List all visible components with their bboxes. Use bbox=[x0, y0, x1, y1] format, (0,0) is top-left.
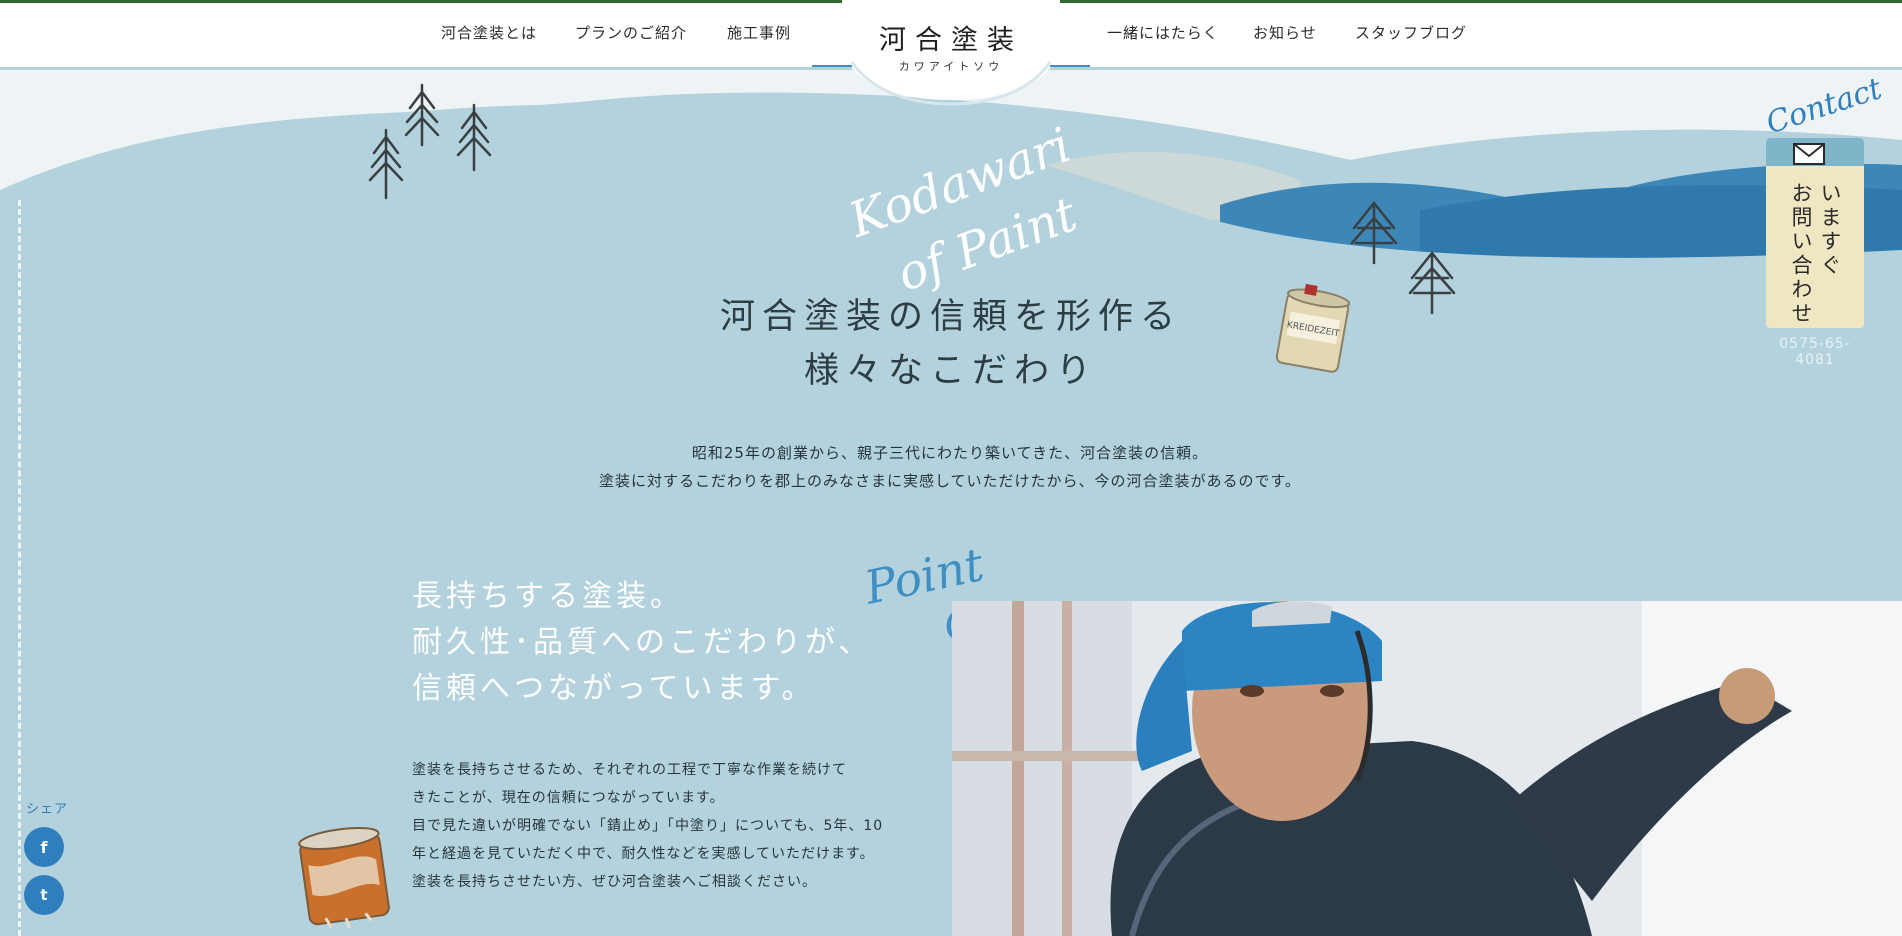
nav-recruit[interactable]: 一緒にはたらく bbox=[1107, 22, 1219, 43]
orange-paint-can-image bbox=[298, 826, 390, 929]
nav-news[interactable]: お知らせ bbox=[1253, 22, 1317, 43]
contact-phone[interactable]: 0575-65-4081 bbox=[1766, 336, 1864, 368]
left-dashed-border bbox=[18, 200, 21, 936]
nav-works[interactable]: 施工事例 bbox=[727, 22, 791, 43]
point-one-body-line5: 塗装を長持ちさせたい方、ぜひ河合塗装へご相談ください。 bbox=[412, 874, 817, 890]
nav-plans[interactable]: プランのご紹介 bbox=[575, 22, 687, 43]
point-one-body-line2: きたことが、現在の信頼につながっています。 bbox=[412, 790, 725, 806]
nav-staff-blog[interactable]: スタッフブログ bbox=[1355, 22, 1467, 43]
contact-line2: お問い合わせ bbox=[1789, 182, 1813, 326]
facebook-icon: f bbox=[40, 837, 48, 857]
share-label: シェア bbox=[26, 802, 69, 817]
hero-heading-line2: 様々なこだわり bbox=[803, 351, 1098, 391]
hero-heading-line1: 河合塗装の信頼を形作る bbox=[719, 297, 1182, 337]
point-one-title-line2: 耐久性･品質へのこだわりが、 bbox=[412, 625, 873, 660]
twitter-icon: t bbox=[40, 886, 48, 904]
point-one-title-line3: 信頼へつながっています。 bbox=[412, 671, 816, 706]
twitter-share-button[interactable]: t bbox=[24, 875, 64, 915]
hero-intro-line2: 塗装に対するこだわりを郡上のみなさまに実感していただけたから、今の河合塗装がある… bbox=[598, 472, 1302, 490]
point-one-title: 長持ちする塗装。 耐久性･品質へのこだわりが、 信頼へつながっています。 bbox=[412, 574, 932, 712]
point-one-body-line3: 目で見た違いが明確でない「錆止め」「中塗り」についても、5年、10 bbox=[412, 818, 884, 834]
painter-photo bbox=[952, 601, 1902, 936]
point-one-body-line4: 年と経過を見ていただく中で、耐久性などを実感していただけます。 bbox=[412, 846, 875, 862]
logo[interactable]: 河合塗装 カワアイトソウ bbox=[812, 0, 1090, 110]
nav-about[interactable]: 河合塗装とは bbox=[441, 22, 537, 43]
facebook-share-button[interactable]: f bbox=[24, 827, 64, 867]
mail-icon bbox=[1793, 143, 1825, 165]
right-trees-icon bbox=[1350, 201, 1456, 315]
painter-photo-illustration bbox=[952, 601, 1902, 936]
point-one-body-line1: 塗装を長持ちさせるため、それぞれの工程で丁寧な作業を続けて bbox=[412, 762, 847, 778]
point-one-title-line1: 長持ちする塗装。 bbox=[412, 579, 684, 614]
contact-button[interactable]: いますぐ お問い合わせ bbox=[1766, 138, 1864, 328]
pine-trees-icon bbox=[368, 83, 492, 200]
point-one-body: 塗装を長持ちさせるため、それぞれの工程で丁寧な作業を続けて きたことが、現在の信… bbox=[412, 756, 902, 896]
logo-subtitle: カワアイトソウ bbox=[898, 60, 1004, 73]
contact-text: いますぐ お問い合わせ bbox=[1786, 182, 1844, 326]
hero-heading: 河合塗装の信頼を形作る 様々なこだわり bbox=[600, 290, 1302, 398]
hero-intro: 昭和25年の創業から、親子三代にわたり築いてきた、河合塗装の信頼。 塗装に対する… bbox=[550, 439, 1350, 495]
hero-intro-line1: 昭和25年の創業から、親子三代にわたり築いてきた、河合塗装の信頼。 bbox=[691, 444, 1209, 462]
logo-title: 河合塗装 bbox=[879, 25, 1023, 56]
paint-can-image: KREIDEZEIT bbox=[1275, 283, 1351, 373]
contact-line1: いますぐ bbox=[1818, 182, 1842, 278]
